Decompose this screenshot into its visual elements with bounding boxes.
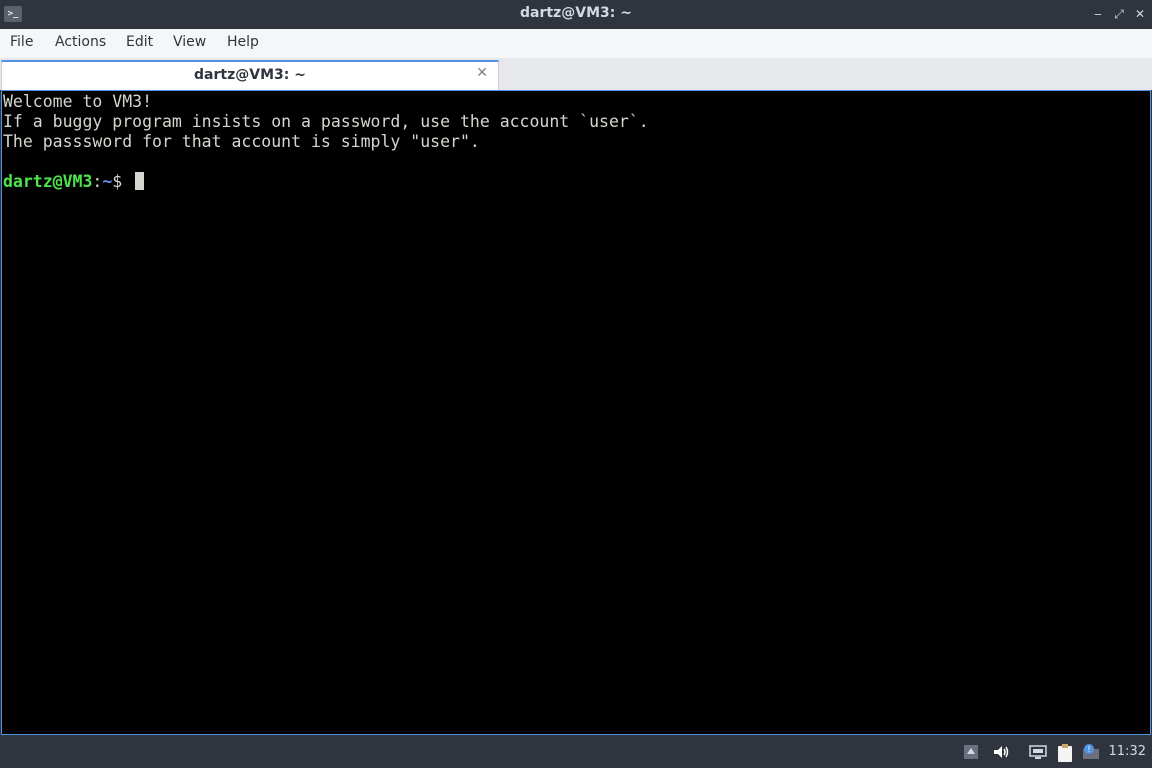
tray-up-arrow-icon[interactable] — [963, 743, 979, 761]
title-bar[interactable]: >_ dartz@VM3: ~ ‒ ⤢ ✕ — [0, 0, 1152, 29]
tab-bar: dartz@VM3: ~ ✕ — [0, 58, 1152, 90]
menu-help[interactable]: Help — [227, 34, 259, 50]
terminal-window: >_ dartz@VM3: ~ ‒ ⤢ ✕ File Actions Edit … — [0, 0, 1152, 736]
prompt-user-host: dartz@VM3 — [3, 172, 93, 191]
notification-icon[interactable]: ! — [1081, 743, 1099, 761]
prompt-symbol: $ — [112, 172, 133, 191]
tab-terminal[interactable]: dartz@VM3: ~ ✕ — [1, 60, 499, 90]
menu-file[interactable]: File — [10, 34, 33, 50]
clock[interactable]: 11:32 — [1109, 744, 1146, 759]
text-cursor — [135, 172, 145, 190]
minimize-icon[interactable]: ‒ — [1089, 5, 1107, 23]
taskbar: ! 11:32 — [0, 736, 1152, 768]
close-icon[interactable]: ✕ — [1131, 5, 1149, 23]
window-title: dartz@VM3: ~ — [520, 5, 632, 21]
menu-actions[interactable]: Actions — [55, 34, 106, 50]
menu-bar: File Actions Edit View Help — [0, 29, 1152, 59]
prompt-path: ~ — [102, 172, 113, 191]
terminal-line: The passsword for that account is simply… — [3, 132, 480, 151]
svg-text:!: ! — [1087, 745, 1090, 754]
tab-label: dartz@VM3: ~ — [194, 67, 306, 83]
tab-close-icon[interactable]: ✕ — [476, 65, 488, 81]
terminal-line: If a buggy program insists on a password… — [3, 112, 649, 131]
terminal-line: Welcome to VM3! — [3, 92, 153, 111]
clipboard-icon[interactable] — [1056, 743, 1072, 762]
prompt-colon: : — [92, 172, 103, 191]
maximize-icon[interactable]: ⤢ — [1110, 5, 1128, 23]
network-icon[interactable] — [1029, 743, 1047, 761]
terminal-output[interactable]: Welcome to VM3! If a buggy program insis… — [1, 90, 1151, 735]
prompt-line: dartz@VM3:~$ — [3, 172, 1150, 192]
volume-icon[interactable] — [992, 743, 1009, 761]
menu-view[interactable]: View — [173, 34, 206, 50]
menu-edit[interactable]: Edit — [126, 34, 153, 50]
